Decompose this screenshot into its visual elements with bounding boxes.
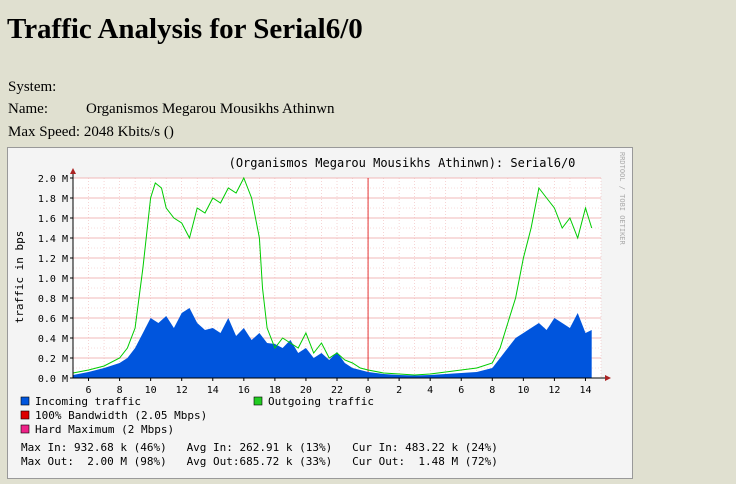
rrdtool-watermark: RRDTOOL / TOBI OETIKER [618,152,626,246]
legend-label: 100% Bandwidth (2.05 Mbps) [35,409,207,422]
y-tick-label: 1.2 M [38,254,68,265]
legend-swatch [253,396,263,406]
legend-label: Outgoing traffic [268,395,374,408]
legend-label: Incoming traffic [35,395,141,408]
x-tick-label: 16 [238,385,250,396]
name-row: Name: Organismos Megarou Mousikhs Athinwn [8,101,334,118]
x-tick-label: 2 [396,385,402,396]
y-tick-label: 1.6 M [38,214,68,225]
y-tick-label: 0.2 M [38,354,68,365]
y-tick-label: 1.8 M [38,194,68,205]
x-tick-label: 12 [176,385,188,396]
traffic-graph: (Organismos Megarou Mousikhs Athinwn): S… [7,147,633,479]
x-tick-label: 14 [579,385,591,396]
y-tick-label: 1.0 M [38,274,68,285]
x-tick-label: 14 [207,385,219,396]
y-tick-label: 0.4 M [38,334,68,345]
system-label: System: [8,79,57,95]
stats-line-in: Max In: 932.68 k (46%) Avg In: 262.91 k … [21,441,498,454]
x-tick-label: 8 [489,385,495,396]
name-label: Name: [8,101,48,117]
name-value: Organismos Megarou Mousikhs Athinwn [86,101,335,117]
graph-title: (Organismos Megarou Mousikhs Athinwn): S… [229,156,576,170]
x-tick-label: 4 [427,385,433,396]
max-speed-label: Max Speed: [8,124,81,140]
x-tick-label: 12 [548,385,560,396]
y-tick-label: 1.4 M [38,234,68,245]
system-row: System: [8,79,56,96]
plot-area: 0.0 M 0.2 M 0.4 M 0.6 M 0.8 M 1.0 M 1.2 M 1.4 M… [38,168,611,396]
legend-swatch [20,410,30,420]
traffic-graph-svg: (Organismos Megarou Mousikhs Athinwn): S… [7,147,633,479]
max-speed-row: Max Speed: 2048 Kbits/s () [8,124,174,141]
max-speed-value: 2048 Kbits/s () [83,124,174,140]
legend-label: Hard Maximum (2 Mbps) [35,423,174,436]
legend-swatch [20,396,30,406]
x-tick-label: 6 [458,385,464,396]
y-tick-label: 0.0 M [38,374,68,385]
x-tick-label: 10 [145,385,157,396]
stats-line-out: Max Out: 2.00 M (98%) Avg Out:685.72 k (… [21,455,498,468]
x-tick-label: 10 [517,385,529,396]
y-tick-label: 0.8 M [38,294,68,305]
page-title: Traffic Analysis for Serial6/0 [7,13,363,45]
y-tick-label: 2.0 M [38,174,68,185]
y-tick-label: 0.6 M [38,314,68,325]
y-axis-label: traffic in bps [13,231,26,324]
legend-swatch [20,424,30,434]
